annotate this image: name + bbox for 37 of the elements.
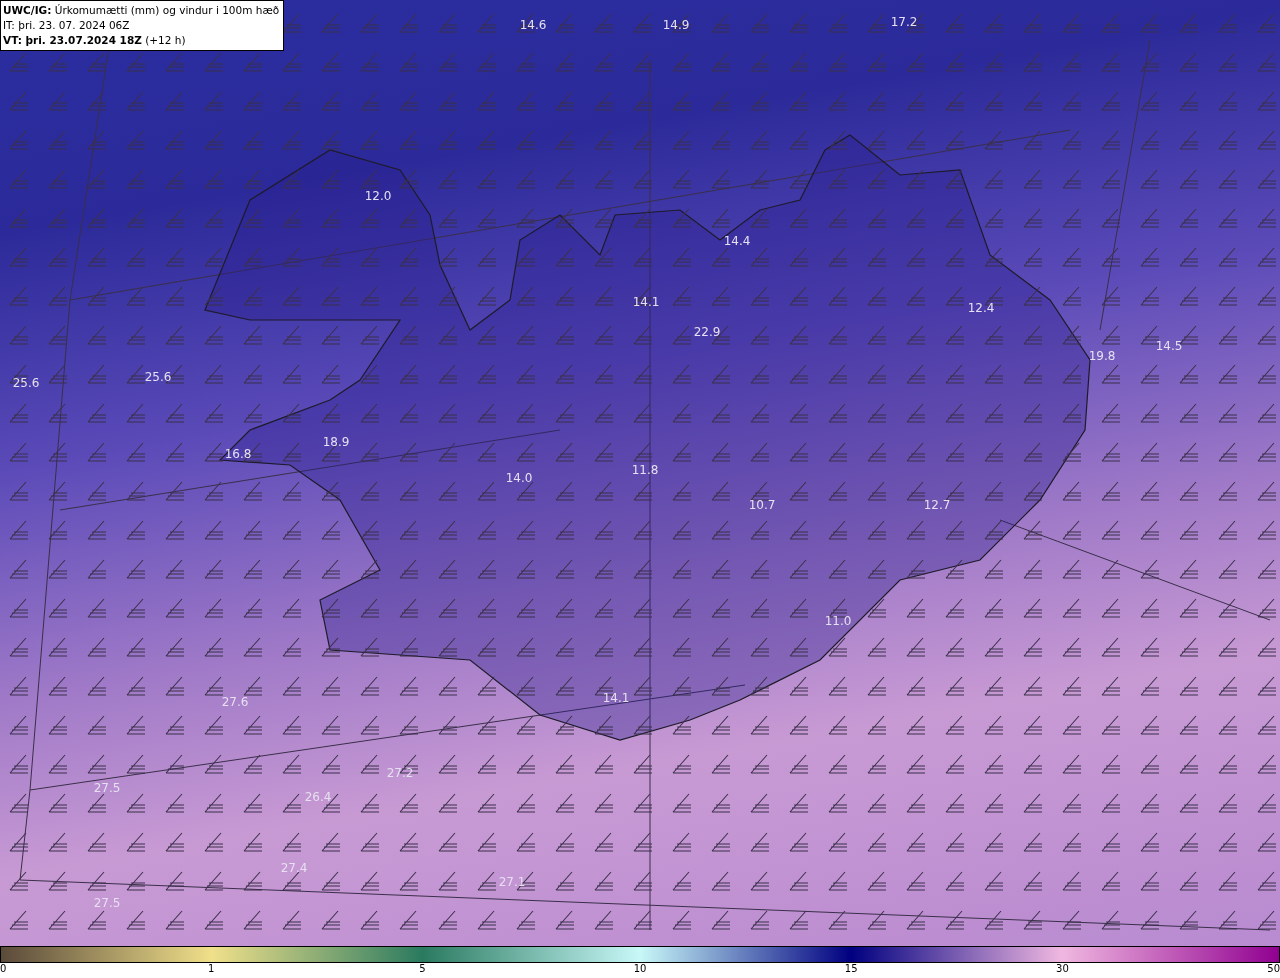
value-label: 11.0 [824,614,852,628]
value-label: 27.1 [498,875,526,889]
scale-tick-label: 1 [208,963,215,974]
value-label: 12.4 [967,301,995,315]
value-label: 27.5 [93,781,121,795]
value-label: 25.6 [12,376,40,390]
scale-tick-label: 5 [419,963,426,974]
value-label: 26.4 [304,790,332,804]
initial-time: IT: þri. 23. 07. 2024 06Z [3,18,131,33]
value-label: 14.0 [505,471,533,485]
value-label: 27.6 [221,695,249,709]
value-label: 14.5 [1155,339,1183,353]
value-label: 19.8 [1088,349,1116,363]
value-label: 14.1 [632,295,660,309]
value-label: 27.2 [386,766,414,780]
value-label: 11.8 [631,463,659,477]
scale-tick-label: 30 [1056,963,1069,974]
value-label: 10.7 [748,498,776,512]
chart-title: UWC/IG: Úrkomumætti (mm) og vindur i 100m hæð [3,3,280,18]
scale-tick-label: 50 [1267,963,1280,974]
value-label: 12.7 [923,498,951,512]
scale-tick-label: 10 [633,963,647,974]
scale-tick-label: 15 [844,963,858,974]
value-label: 25.6 [144,370,172,384]
scale-tick-label: 0 [0,963,7,974]
value-label: 16.8 [224,447,252,461]
value-label: 14.9 [662,18,690,32]
value-label: 17.2 [890,15,918,29]
value-label: 27.4 [280,861,308,875]
value-label: 27.5 [93,896,121,910]
value-label: 14.1 [602,691,630,705]
value-label: 18.9 [322,435,350,449]
value-label: 14.4 [723,234,751,248]
value-label: 22.9 [693,325,721,339]
valid-time: VT: þri. 23.07.2024 18Z (+12 h) [3,33,187,48]
value-label: 12.0 [364,189,392,203]
value-label: 14.6 [519,18,547,32]
